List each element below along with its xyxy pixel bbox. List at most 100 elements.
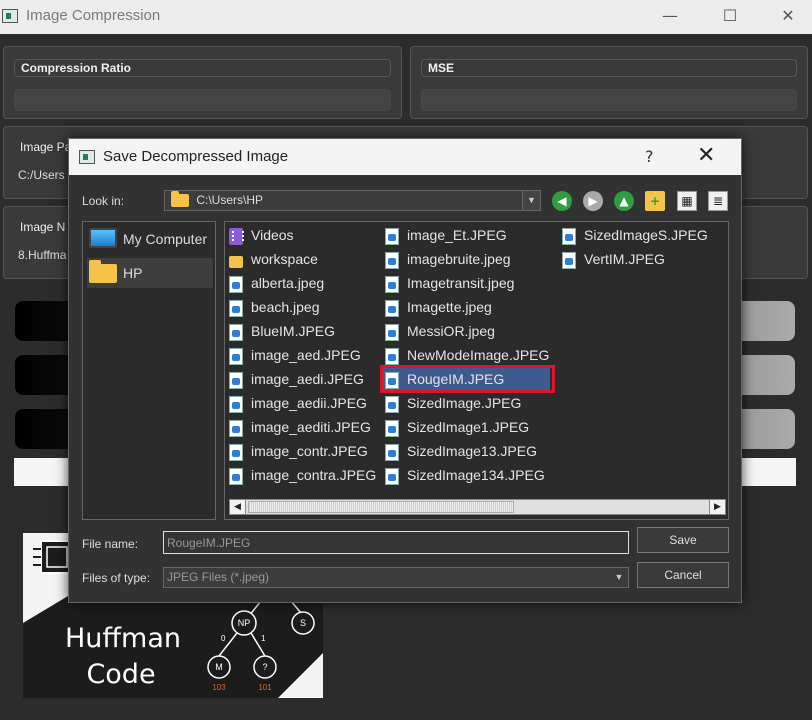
file-item[interactable]: image_contr.JPEG <box>229 440 368 462</box>
selection-highlight-box <box>380 365 555 393</box>
tree-code-m: 103 <box>212 683 226 692</box>
image-file-icon <box>229 467 243 485</box>
horizontal-scrollbar[interactable]: ◀ ▶ <box>229 499 726 515</box>
image-file-icon <box>562 227 576 245</box>
cancel-button[interactable]: Cancel <box>637 562 729 588</box>
file-item[interactable]: image_aedi.JPEG <box>229 368 364 390</box>
file-item[interactable]: SizedImageS.JPEG <box>562 224 708 246</box>
image-file-icon <box>229 275 243 293</box>
main-title-bar: Image Compression — ☐ ✕ <box>0 0 812 34</box>
image-file-icon <box>385 323 399 341</box>
image-file-icon <box>229 443 243 461</box>
file-item[interactable]: VertIM.JPEG <box>562 248 665 270</box>
dialog-title: Save Decompressed Image <box>103 148 289 165</box>
image-file-icon <box>385 395 399 413</box>
minimize-button[interactable]: — <box>650 5 690 27</box>
dialog-title-bar: Save Decompressed Image ? ✕ <box>69 139 741 175</box>
sidebar-item-hp[interactable]: HP <box>87 258 213 288</box>
sidebar-item-my-computer[interactable]: My Computer <box>87 224 213 254</box>
maximize-button[interactable]: ☐ <box>710 5 750 27</box>
tree-node-m: M <box>215 662 223 672</box>
close-button[interactable]: ✕ <box>768 5 808 27</box>
image-file-icon <box>385 251 399 269</box>
file-item[interactable]: SizedImage.JPEG <box>385 392 521 414</box>
image-file-icon <box>229 371 243 389</box>
file-type-value: JPEG Files (*.jpeg) <box>167 570 270 584</box>
parent-directory-icon[interactable]: ▲ <box>614 191 634 211</box>
file-type-label: Files of type: <box>82 571 151 585</box>
image-file-icon <box>229 419 243 437</box>
tree-node-s: S <box>300 618 306 628</box>
file-item[interactable]: image_aediti.JPEG <box>229 416 371 438</box>
file-item[interactable]: beach.jpeg <box>229 296 320 318</box>
dialog-close-button[interactable]: ✕ <box>697 143 715 168</box>
tree-edge-0: 0 <box>221 634 226 643</box>
save-dialog: Save Decompressed Image ? ✕ Look in: C:\… <box>68 138 742 603</box>
monitor-icon <box>89 228 117 248</box>
sidebar-item-label: HP <box>123 265 143 281</box>
file-list: Videos workspace alberta.jpeg beach.jpeg… <box>224 221 729 520</box>
file-item[interactable]: MessiOR.jpeg <box>385 320 495 342</box>
window-title: Image Compression <box>26 7 161 24</box>
tree-edge-1: 1 <box>261 634 266 643</box>
file-item[interactable]: imagebruite.jpeg <box>385 248 511 270</box>
file-item[interactable]: image_aedii.JPEG <box>229 392 367 414</box>
file-item[interactable]: SizedImage1.JPEG <box>385 416 529 438</box>
file-item[interactable]: NewModeImage.JPEG <box>385 344 549 366</box>
file-item[interactable]: Videos <box>229 224 294 246</box>
folder-icon <box>89 260 117 283</box>
list-view-icon[interactable]: ▦ <box>677 191 697 211</box>
detail-view-icon[interactable]: ≣ <box>708 191 728 211</box>
image-file-icon <box>385 467 399 485</box>
mse-value <box>421 89 797 111</box>
look-in-combo[interactable]: C:\Users\HP ▼ <box>164 190 541 211</box>
help-button[interactable]: ? <box>645 147 654 166</box>
file-item[interactable]: SizedImage13.JPEG <box>385 440 537 462</box>
file-type-combo[interactable]: JPEG Files (*.jpeg) ▼ <box>163 567 629 588</box>
app-icon <box>2 9 18 23</box>
file-item[interactable]: Imagette.jpeg <box>385 296 492 318</box>
file-item[interactable]: image_Et.JPEG <box>385 224 507 246</box>
tree-node-np: NP <box>238 618 251 628</box>
image-file-icon <box>562 251 576 269</box>
image-file-icon <box>385 275 399 293</box>
image-file-icon <box>229 323 243 341</box>
save-button[interactable]: Save <box>637 527 729 553</box>
image-file-icon <box>385 419 399 437</box>
file-item[interactable]: image_contra.JPEG <box>229 464 376 486</box>
scrollbar-thumb[interactable] <box>248 501 514 513</box>
compression-ratio-title: Compression Ratio <box>14 59 391 77</box>
file-item[interactable]: alberta.jpeg <box>229 272 324 294</box>
logo-text-code: Code <box>86 659 155 690</box>
new-folder-icon[interactable]: + <box>645 191 665 211</box>
file-item[interactable]: BlueIM.JPEG <box>229 320 335 342</box>
tree-code-q: 101 <box>258 683 272 692</box>
compression-ratio-value <box>14 89 391 111</box>
file-item[interactable]: workspace <box>229 248 318 270</box>
image-file-icon <box>385 299 399 317</box>
video-folder-icon <box>229 227 244 245</box>
logo-text-huffman: Huffman <box>65 623 181 654</box>
look-in-value: C:\Users\HP <box>196 193 264 207</box>
image-file-icon <box>385 443 399 461</box>
image-file-icon <box>385 347 399 365</box>
forward-icon[interactable]: ▶ <box>583 191 603 211</box>
image-file-icon <box>229 395 243 413</box>
sidebar-item-label: My Computer <box>123 231 208 247</box>
scroll-left-icon[interactable]: ◀ <box>230 500 246 514</box>
compression-ratio-panel: Compression Ratio <box>3 46 402 119</box>
file-item[interactable]: SizedImage134.JPEG <box>385 464 545 486</box>
image-file-icon <box>385 227 399 245</box>
file-name-input[interactable] <box>163 531 629 554</box>
file-item[interactable]: image_aed.JPEG <box>229 344 361 366</box>
image-file-icon <box>229 347 243 365</box>
scroll-right-icon[interactable]: ▶ <box>709 500 725 514</box>
places-sidebar: My Computer HP <box>82 221 216 520</box>
mse-title: MSE <box>421 59 797 77</box>
folder-icon <box>229 255 243 268</box>
look-in-label: Look in: <box>82 194 125 208</box>
image-file-icon <box>229 299 243 317</box>
back-icon[interactable]: ◀ <box>552 191 572 211</box>
file-item[interactable]: Imagetransit.jpeg <box>385 272 514 294</box>
tree-node-q: ? <box>262 662 267 672</box>
